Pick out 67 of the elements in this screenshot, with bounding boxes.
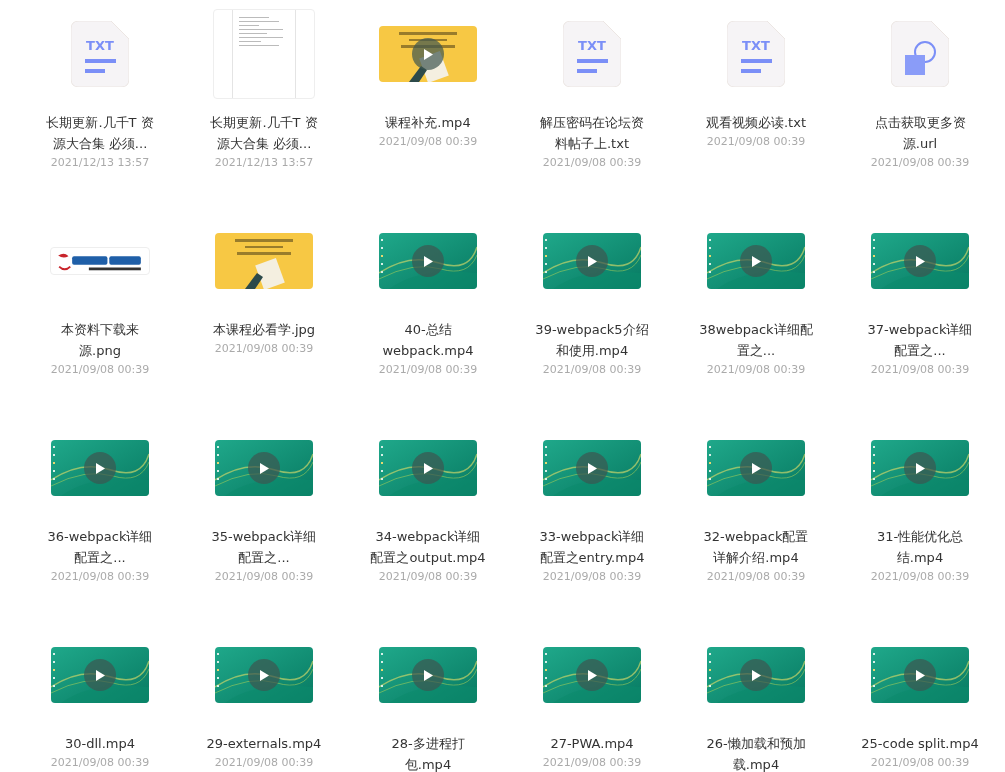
file-name[interactable]: 34-webpack详细 配置之output.mp4 xyxy=(370,526,486,568)
play-icon xyxy=(915,255,925,267)
play-icon xyxy=(259,462,269,474)
file-date: 2021/09/08 00:39 xyxy=(706,362,806,378)
play-icon xyxy=(423,669,433,681)
txt-file-icon: TXT xyxy=(71,21,129,87)
file-name[interactable]: 28-多进程打 包.mp4 xyxy=(391,733,465,772)
file-name[interactable]: 33-webpack详细 配置之entry.mp4 xyxy=(539,526,645,568)
file-date: 2021/09/08 00:39 xyxy=(870,755,970,771)
file-date: 2021/09/08 00:39 xyxy=(706,569,806,585)
file-name[interactable]: 点击获取更多资 源.url xyxy=(874,112,966,154)
file-name[interactable]: 长期更新.几千T 资 源大合集 必须... xyxy=(46,112,154,154)
file-name[interactable]: 本课程必看学.jpg xyxy=(212,319,316,340)
file-date: 2021/12/13 13:57 xyxy=(214,155,314,171)
play-icon xyxy=(587,462,597,474)
file-name[interactable]: 29-externals.mp4 xyxy=(206,733,322,754)
txt-file-icon: TXT xyxy=(727,21,785,87)
file-date: 2021/09/08 00:39 xyxy=(50,362,150,378)
file-name[interactable]: 解压密码在论坛资 料帖子上.txt xyxy=(540,112,644,154)
play-icon xyxy=(423,462,433,474)
play-icon xyxy=(587,255,597,267)
file-date: 2021/09/08 00:39 xyxy=(214,755,314,771)
file-name[interactable]: 观看视频必读.txt xyxy=(706,112,806,133)
file-date: 2021/09/08 00:39 xyxy=(214,569,314,585)
file-date: 2021/09/08 00:39 xyxy=(542,155,642,171)
file-date: 2021/09/08 00:39 xyxy=(542,755,642,771)
play-icon xyxy=(95,462,105,474)
file-date: 2021/09/08 00:39 xyxy=(214,341,314,357)
play-icon xyxy=(751,669,761,681)
file-name[interactable]: 35-webpack详细 配置之... xyxy=(211,526,317,568)
file-name[interactable]: 本资料下载来 源.png xyxy=(61,319,139,361)
play-icon xyxy=(751,462,761,474)
file-date: 2021/09/08 00:39 xyxy=(378,569,478,585)
file-name[interactable]: 36-webpack详细 配置之... xyxy=(47,526,153,568)
file-date: 2021/09/08 00:39 xyxy=(378,362,478,378)
file-date: 2021/09/08 00:39 xyxy=(50,569,150,585)
file-name[interactable]: 30-dll.mp4 xyxy=(65,733,135,754)
file-name[interactable]: 27-PWA.mp4 xyxy=(550,733,634,754)
file-name[interactable]: 31-性能优化总 结.mp4 xyxy=(876,526,964,568)
play-icon xyxy=(751,255,761,267)
file-name[interactable]: 25-code split.mp4 xyxy=(861,733,979,754)
file-name[interactable]: 课程补充.mp4 xyxy=(385,112,471,133)
file-date: 2021/09/08 00:39 xyxy=(870,155,970,171)
file-date: 2021/09/08 00:39 xyxy=(870,569,970,585)
file-name[interactable]: 38webpack详细配 置之... xyxy=(699,319,813,361)
play-icon xyxy=(259,669,269,681)
file-name[interactable]: 长期更新.几千T 资 源大合集 必须... xyxy=(210,112,318,154)
file-date: 2021/09/08 00:39 xyxy=(378,134,478,150)
play-icon xyxy=(95,669,105,681)
file-name[interactable]: 32-webpack配置 详解介绍.mp4 xyxy=(703,526,809,568)
link-file-icon xyxy=(891,21,949,87)
file-date: 2021/09/08 00:39 xyxy=(870,362,970,378)
file-date: 2021/12/13 13:57 xyxy=(50,155,150,171)
file-date: 2021/09/08 00:39 xyxy=(50,755,150,771)
play-icon xyxy=(423,255,433,267)
file-name[interactable]: 40-总结 webpack.mp4 xyxy=(382,319,474,361)
file-date: 2021/09/08 00:39 xyxy=(542,569,642,585)
play-icon xyxy=(423,48,433,60)
file-name[interactable]: 39-webpack5介绍 和使用.mp4 xyxy=(535,319,649,361)
play-icon xyxy=(915,462,925,474)
play-icon xyxy=(915,669,925,681)
file-name[interactable]: 26-懒加载和预加 载.mp4 xyxy=(706,733,806,772)
txt-file-icon: TXT xyxy=(563,21,621,87)
play-icon xyxy=(587,669,597,681)
file-date: 2021/09/08 00:39 xyxy=(706,134,806,150)
file-name[interactable]: 37-webpack详细 配置之... xyxy=(867,319,973,361)
file-date: 2021/09/08 00:39 xyxy=(542,362,642,378)
